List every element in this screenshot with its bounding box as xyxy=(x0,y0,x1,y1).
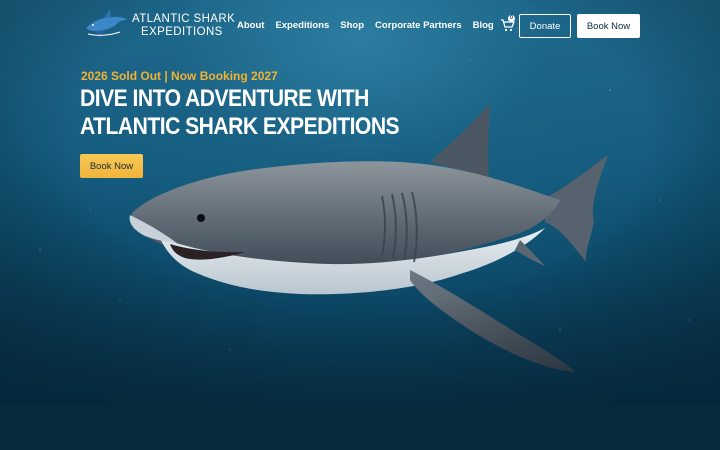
nav-item-corporate-partners[interactable]: Corporate Partners xyxy=(375,20,462,31)
main-nav: About Expeditions Shop Corporate Partner… xyxy=(237,20,494,31)
hero-headline: DIVE INTO ADVENTURE WITH ATLANTIC SHARK … xyxy=(80,85,400,141)
brand-logo[interactable]: ATLANTIC SHARK EXPEDITIONS xyxy=(80,6,235,46)
shark-logo-icon xyxy=(86,9,127,40)
book-now-hero-button[interactable]: Book Now xyxy=(80,154,143,178)
donate-button[interactable]: Donate xyxy=(519,14,571,38)
hero-tagline: 2026 Sold Out | Now Booking 2027 xyxy=(81,69,278,83)
brand-name-line1: ATLANTIC SHARK xyxy=(132,13,236,25)
nav-item-expeditions[interactable]: Expeditions xyxy=(275,20,329,31)
cart-count-badge: 0 xyxy=(508,15,515,22)
nav-item-about[interactable]: About xyxy=(237,20,264,31)
hero-section: ATLANTIC SHARK EXPEDITIONS About Expedit… xyxy=(0,0,720,404)
brand-name-line2: EXPEDITIONS xyxy=(141,25,223,38)
hero-headline-line2: ATLANTIC SHARK EXPEDITIONS xyxy=(80,113,400,140)
book-now-header-button[interactable]: Book Now xyxy=(577,14,640,38)
nav-item-shop[interactable]: Shop xyxy=(340,20,364,31)
nav-item-blog[interactable]: Blog xyxy=(473,20,494,31)
hero-headline-line1: DIVE INTO ADVENTURE WITH xyxy=(80,85,369,112)
shark-photo xyxy=(0,0,720,404)
next-section-band xyxy=(0,404,720,450)
